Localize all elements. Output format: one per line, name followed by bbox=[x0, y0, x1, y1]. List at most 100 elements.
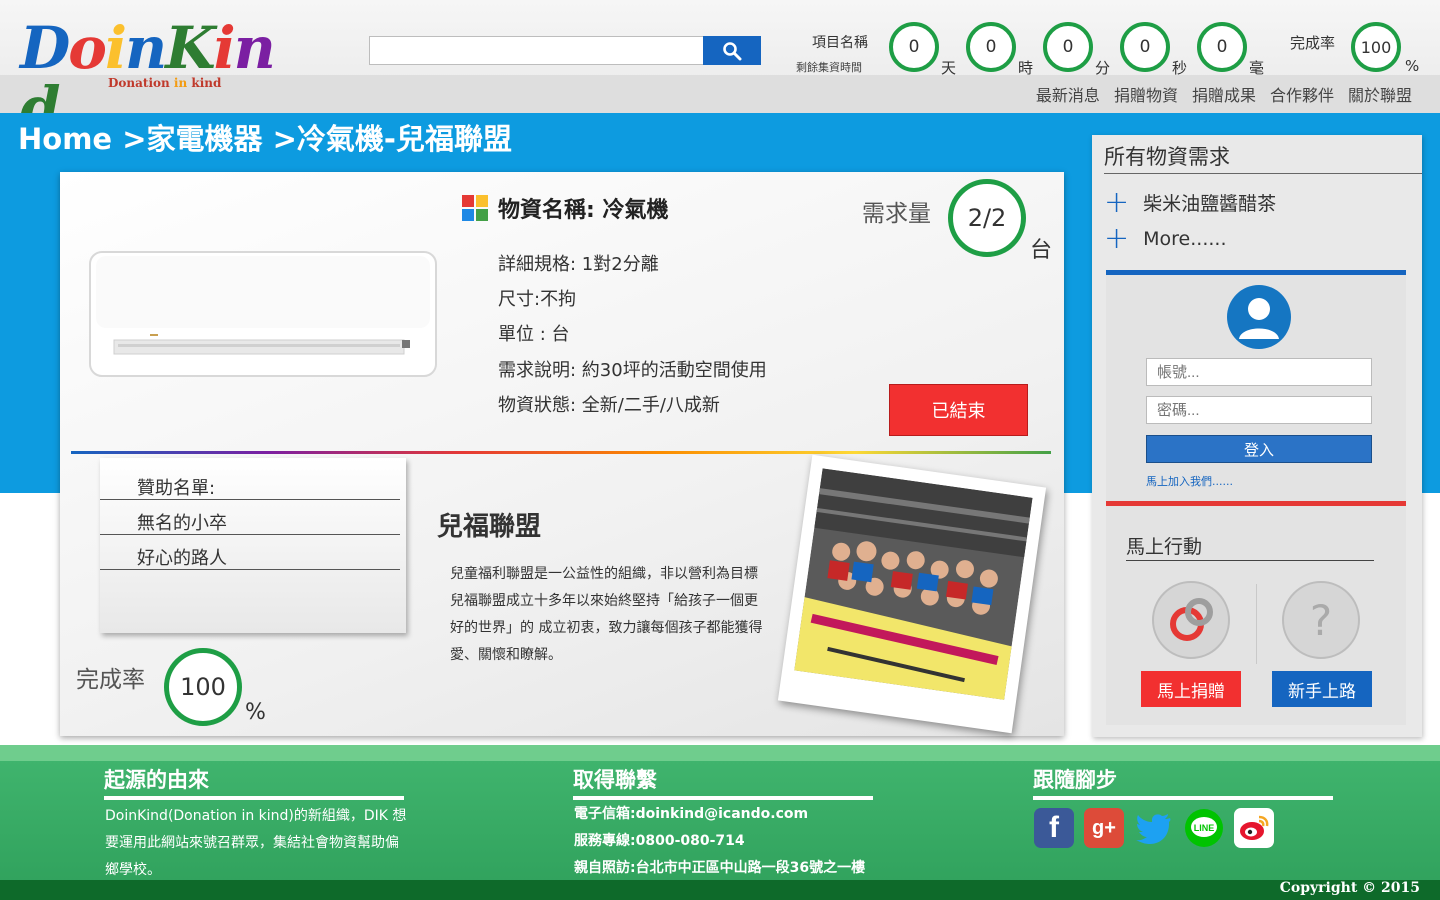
countdown-seconds: 0 bbox=[1120, 22, 1170, 72]
logo-tagline: Donation in kind bbox=[108, 76, 222, 90]
countdown-milliseconds-unit: 毫 bbox=[1249, 59, 1265, 77]
remaining-time-label: 剩餘集資時間 bbox=[796, 61, 862, 74]
facebook-icon[interactable]: f bbox=[1034, 808, 1074, 848]
svg-text:LINE: LINE bbox=[1194, 823, 1215, 833]
sponsor-item: 無名的小卒 bbox=[100, 501, 400, 535]
beginners-guide-button[interactable]: 新手上路 bbox=[1272, 671, 1372, 707]
organization-description: 兒童福利聯盟是一公益性的組織，非以營利為目標 兒福聯盟成立十多年以來始終堅持「給… bbox=[450, 566, 763, 663]
item-spec-description: 需求說明: 約30坪的活動空間使用 bbox=[498, 360, 767, 381]
sidebar-item-label: More...... bbox=[1143, 228, 1227, 250]
completion-rate-label: 完成率 bbox=[1290, 34, 1336, 52]
login-panel: 登入 馬上加入我們...... bbox=[1106, 270, 1406, 504]
search-bar bbox=[369, 36, 761, 65]
countdown-minutes: 0 bbox=[1043, 22, 1093, 72]
user-avatar-icon bbox=[1227, 285, 1291, 349]
action-panel-title: 馬上行動 bbox=[1126, 532, 1374, 561]
nav-about[interactable]: 關於聯盟 bbox=[1348, 82, 1412, 106]
sidebar: 所有物資需求 + 柴米油鹽醬醋茶 + More...... 登入 馬上加入我們.… bbox=[1092, 135, 1422, 737]
google-plus-icon[interactable]: g+ bbox=[1084, 808, 1124, 848]
line-icon[interactable]: LINE bbox=[1184, 808, 1224, 848]
search-button[interactable] bbox=[703, 36, 761, 65]
demand-unit: 台 bbox=[1030, 238, 1053, 263]
countdown-days: 0 bbox=[889, 22, 939, 72]
item-spec-detail: 詳細規格: 1對2分離 bbox=[498, 254, 659, 275]
sponsor-list: 贊助名單: 無名的小卒 好心的路人 bbox=[100, 458, 406, 633]
nav-latest-news[interactable]: 最新消息 bbox=[1036, 82, 1100, 106]
password-input[interactable] bbox=[1146, 396, 1372, 424]
item-completion-label: 完成率 bbox=[76, 667, 145, 693]
footer-origin-text: DoinKind(Donation in kind)的新組織，DIK 想 要運用… bbox=[105, 808, 407, 878]
footer-top-strip bbox=[0, 745, 1440, 761]
breadcrumb: Home >家電機器 >冷氣機-兒福聯盟 bbox=[18, 116, 512, 158]
site-logo[interactable]: DoinKind Donation in kind bbox=[20, 18, 310, 138]
item-spec-unit: 單位 : 台 bbox=[498, 324, 570, 345]
organization-photo bbox=[777, 454, 1047, 734]
item-completion-circle: 100 bbox=[164, 648, 242, 726]
contact-phone: 服務專線:0800-080-714 bbox=[574, 833, 745, 849]
copyright-bar bbox=[0, 880, 1440, 900]
countdown-seconds-unit: 秒 bbox=[1172, 59, 1188, 77]
air-conditioner-image bbox=[89, 251, 437, 377]
contact-address: 親自照訪:台北市中正區中山路一段36號之一樓 bbox=[574, 860, 866, 876]
item-spec-condition: 物資狀態: 全新/二手/八成新 bbox=[498, 395, 720, 416]
item-title: 物資名稱: 冷氣機 bbox=[462, 192, 668, 224]
countdown-days-unit: 天 bbox=[941, 59, 957, 77]
search-icon bbox=[723, 41, 742, 60]
search-input[interactable] bbox=[369, 36, 703, 65]
group-photo-image bbox=[794, 468, 1033, 700]
plus-icon: + bbox=[1104, 221, 1130, 256]
social-links: f g+ LINE bbox=[1034, 808, 1274, 848]
sponsor-list-title: 贊助名單: bbox=[100, 466, 400, 500]
footer-follow-title: 跟隨腳步 bbox=[1033, 764, 1333, 800]
copyright-text: Copyright © 2015 bbox=[1279, 880, 1420, 896]
completion-rate-value: 100 bbox=[1351, 22, 1401, 72]
contact-email[interactable]: 電子信箱:doinkind@icando.com bbox=[574, 801, 865, 828]
question-mark-icon[interactable]: ? bbox=[1282, 581, 1360, 659]
nav-partners[interactable]: 合作夥伴 bbox=[1270, 82, 1334, 106]
sidebar-item-label: 柴米油鹽醬醋茶 bbox=[1143, 193, 1277, 215]
demand-count-circle: 2/2 bbox=[948, 179, 1026, 257]
plus-icon: + bbox=[1104, 184, 1130, 220]
breadcrumb-current: 冷氣機-兒福聯盟 bbox=[296, 122, 512, 156]
action-divider bbox=[1256, 584, 1257, 664]
join-us-link[interactable]: 馬上加入我們...... bbox=[1146, 473, 1233, 489]
site-footer: 起源的由來 DoinKind(Donation in kind)的新組織，DIK… bbox=[0, 745, 1440, 900]
weibo-icon[interactable] bbox=[1234, 808, 1274, 848]
completion-rate-unit: % bbox=[1405, 57, 1420, 75]
countdown-milliseconds: 0 bbox=[1197, 22, 1247, 72]
site-header: DoinKind Donation in kind 項目名稱 剩餘集資時間 0 … bbox=[0, 0, 1440, 138]
action-panel: 馬上行動 ? 馬上捐贈 新手上路 bbox=[1106, 501, 1406, 725]
login-button[interactable]: 登入 bbox=[1146, 435, 1372, 463]
donate-now-button[interactable]: 馬上捐贈 bbox=[1141, 671, 1241, 707]
twitter-icon[interactable] bbox=[1134, 808, 1174, 848]
footer-contact-text: 電子信箱:doinkind@icando.com 服務專線:0800-080-7… bbox=[574, 801, 865, 882]
breadcrumb-category[interactable]: 家電機器 bbox=[147, 122, 263, 156]
breadcrumb-separator: > bbox=[262, 122, 297, 156]
account-input[interactable] bbox=[1146, 358, 1372, 386]
nav-donate-goods[interactable]: 捐贈物資 bbox=[1114, 82, 1178, 106]
project-name-label: 項目名稱 bbox=[812, 35, 868, 51]
sidebar-title: 所有物資需求 bbox=[1104, 141, 1422, 174]
countdown-minutes-unit: 分 bbox=[1095, 59, 1111, 77]
item-completion-unit: % bbox=[245, 700, 266, 725]
rainbow-divider bbox=[71, 451, 1051, 454]
sidebar-item-groceries[interactable]: + 柴米油鹽醬醋茶 bbox=[1104, 184, 1277, 220]
ended-status-button[interactable]: 已結束 bbox=[889, 384, 1028, 436]
footer-contact-title: 取得聯繫 bbox=[573, 764, 873, 800]
item-detail-card: 物資名稱: 冷氣機 詳細規格: 1對2分離 尺寸:不拘 單位 : 台 需求說明:… bbox=[60, 172, 1064, 736]
countdown-hours-unit: 時 bbox=[1018, 59, 1034, 77]
nav-donation-results[interactable]: 捐贈成果 bbox=[1192, 82, 1256, 106]
item-name: 物資名稱: 冷氣機 bbox=[498, 198, 669, 223]
sponsor-item: 好心的路人 bbox=[100, 536, 400, 570]
item-spec-size: 尺寸:不拘 bbox=[498, 289, 577, 310]
sidebar-item-more[interactable]: + More...... bbox=[1104, 221, 1227, 256]
organization-name: 兒福聯盟 bbox=[437, 512, 542, 542]
breadcrumb-home[interactable]: Home bbox=[18, 122, 112, 156]
countdown-hours: 0 bbox=[966, 22, 1016, 72]
main-nav: 最新消息 捐贈物資 捐贈成果 合作夥伴 關於聯盟 bbox=[1036, 82, 1412, 106]
windows-logo-icon bbox=[462, 195, 488, 221]
footer-origin-title: 起源的由來 bbox=[104, 764, 404, 800]
donate-icon[interactable] bbox=[1152, 581, 1230, 659]
breadcrumb-separator: > bbox=[112, 122, 147, 156]
demand-label: 需求量 bbox=[862, 201, 931, 227]
